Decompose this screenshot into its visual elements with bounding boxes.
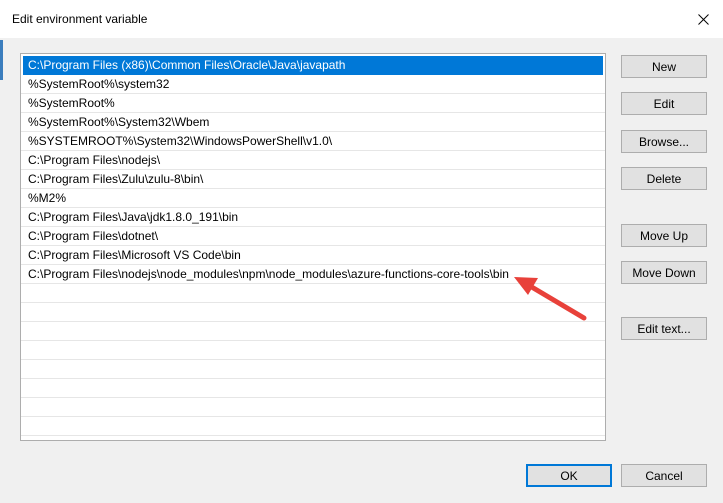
ok-button[interactable]: OK bbox=[526, 464, 612, 487]
list-item[interactable]: C:\Program Files (x86)\Common Files\Orac… bbox=[23, 56, 603, 75]
list-item[interactable]: C:\Program Files\Microsoft VS Code\bin bbox=[21, 246, 605, 265]
edit-text-button[interactable]: Edit text... bbox=[621, 317, 707, 340]
edit-button[interactable]: Edit bbox=[621, 92, 707, 115]
new-button[interactable]: New bbox=[621, 55, 707, 78]
empty-list-row[interactable] bbox=[21, 417, 605, 436]
list-item[interactable]: C:\Program Files\dotnet\ bbox=[21, 227, 605, 246]
title-bar: Edit environment variable bbox=[0, 0, 723, 38]
dialog-title: Edit environment variable bbox=[12, 12, 148, 26]
annotation-arrow-icon bbox=[514, 277, 587, 321]
delete-button[interactable]: Delete bbox=[621, 167, 707, 190]
move-up-button[interactable]: Move Up bbox=[621, 224, 707, 247]
edit-environment-variable-dialog: Edit environment variable C:\Program Fil… bbox=[0, 0, 723, 503]
empty-list-row[interactable] bbox=[21, 360, 605, 379]
list-item[interactable]: %SystemRoot%\system32 bbox=[21, 75, 605, 94]
cancel-button[interactable]: Cancel bbox=[621, 464, 707, 487]
empty-list-row[interactable] bbox=[21, 341, 605, 360]
list-item[interactable]: C:\Program Files\nodejs\ bbox=[21, 151, 605, 170]
list-item[interactable]: %M2% bbox=[21, 189, 605, 208]
close-button[interactable] bbox=[687, 4, 719, 34]
list-item[interactable]: %SYSTEMROOT%\System32\WindowsPowerShell\… bbox=[21, 132, 605, 151]
empty-list-row[interactable] bbox=[21, 379, 605, 398]
path-list[interactable]: C:\Program Files (x86)\Common Files\Orac… bbox=[20, 53, 606, 441]
empty-list-row[interactable] bbox=[21, 398, 605, 417]
list-item[interactable]: %SystemRoot% bbox=[21, 94, 605, 113]
list-item[interactable]: C:\Program Files\Java\jdk1.8.0_191\bin bbox=[21, 208, 605, 227]
window-edge-accent bbox=[0, 40, 3, 80]
list-item[interactable]: C:\Program Files\Zulu\zulu-8\bin\ bbox=[21, 170, 605, 189]
move-down-button[interactable]: Move Down bbox=[621, 261, 707, 284]
list-item[interactable]: %SystemRoot%\System32\Wbem bbox=[21, 113, 605, 132]
browse-button[interactable]: Browse... bbox=[621, 130, 707, 153]
close-icon bbox=[697, 13, 709, 25]
